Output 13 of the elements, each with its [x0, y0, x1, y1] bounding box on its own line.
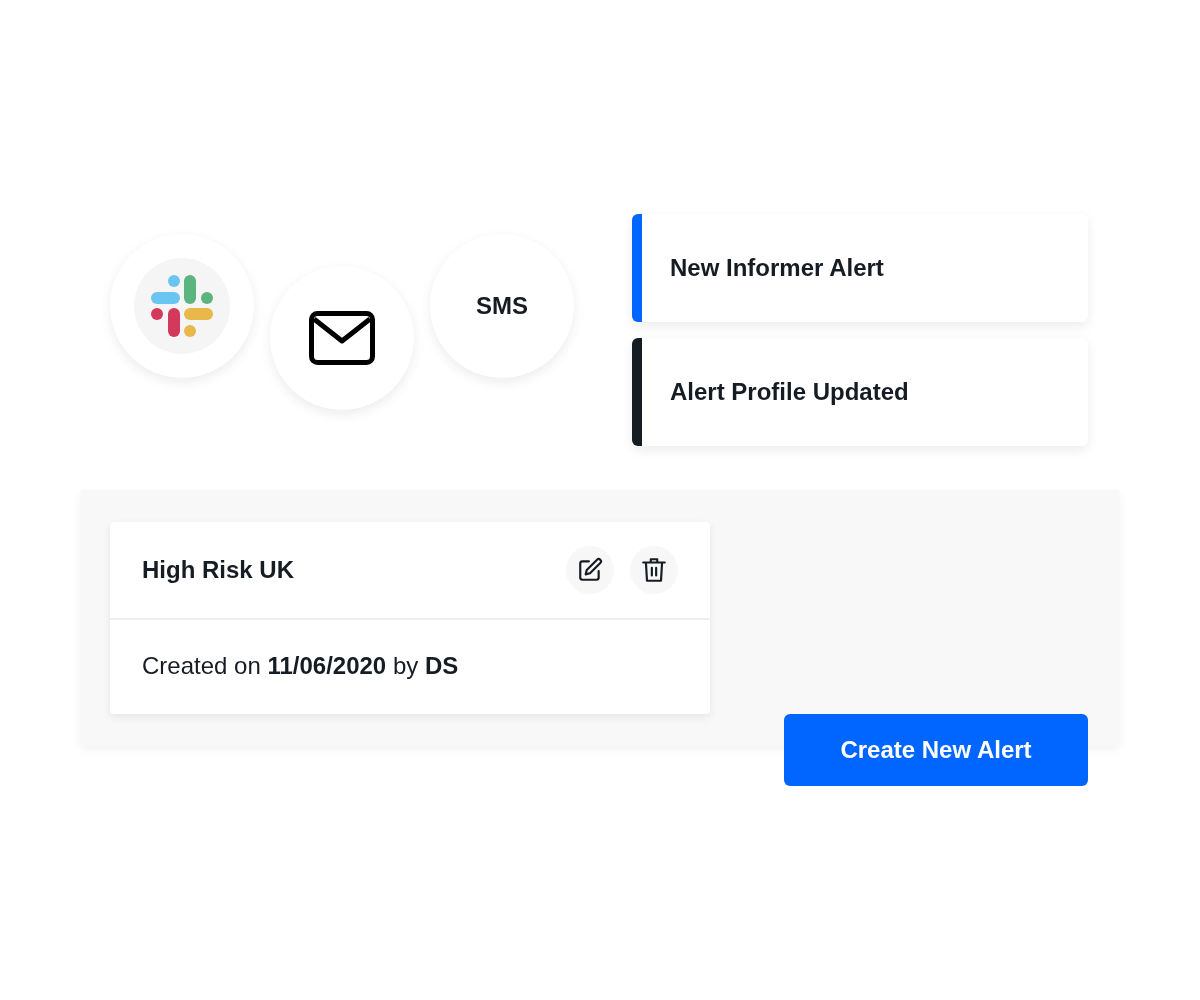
channel-circle[interactable]: SMS [430, 234, 574, 378]
hash-logo-icon [151, 275, 213, 337]
create-alert-button[interactable]: Create New Alert [784, 714, 1088, 786]
delete-button[interactable] [630, 546, 678, 594]
channel-label: SMS [476, 292, 528, 320]
trash-icon [641, 556, 667, 584]
created-info: Created on 11/06/2020 by DS [141, 651, 460, 680]
edit-button[interactable] [566, 546, 614, 594]
notification-title: New Informer Alert [670, 254, 884, 282]
notification-title: Alert Profile Updated [670, 378, 909, 406]
envelope-icon [309, 311, 375, 365]
alert-title: High Risk UK [142, 556, 294, 584]
edit-icon [577, 557, 603, 583]
